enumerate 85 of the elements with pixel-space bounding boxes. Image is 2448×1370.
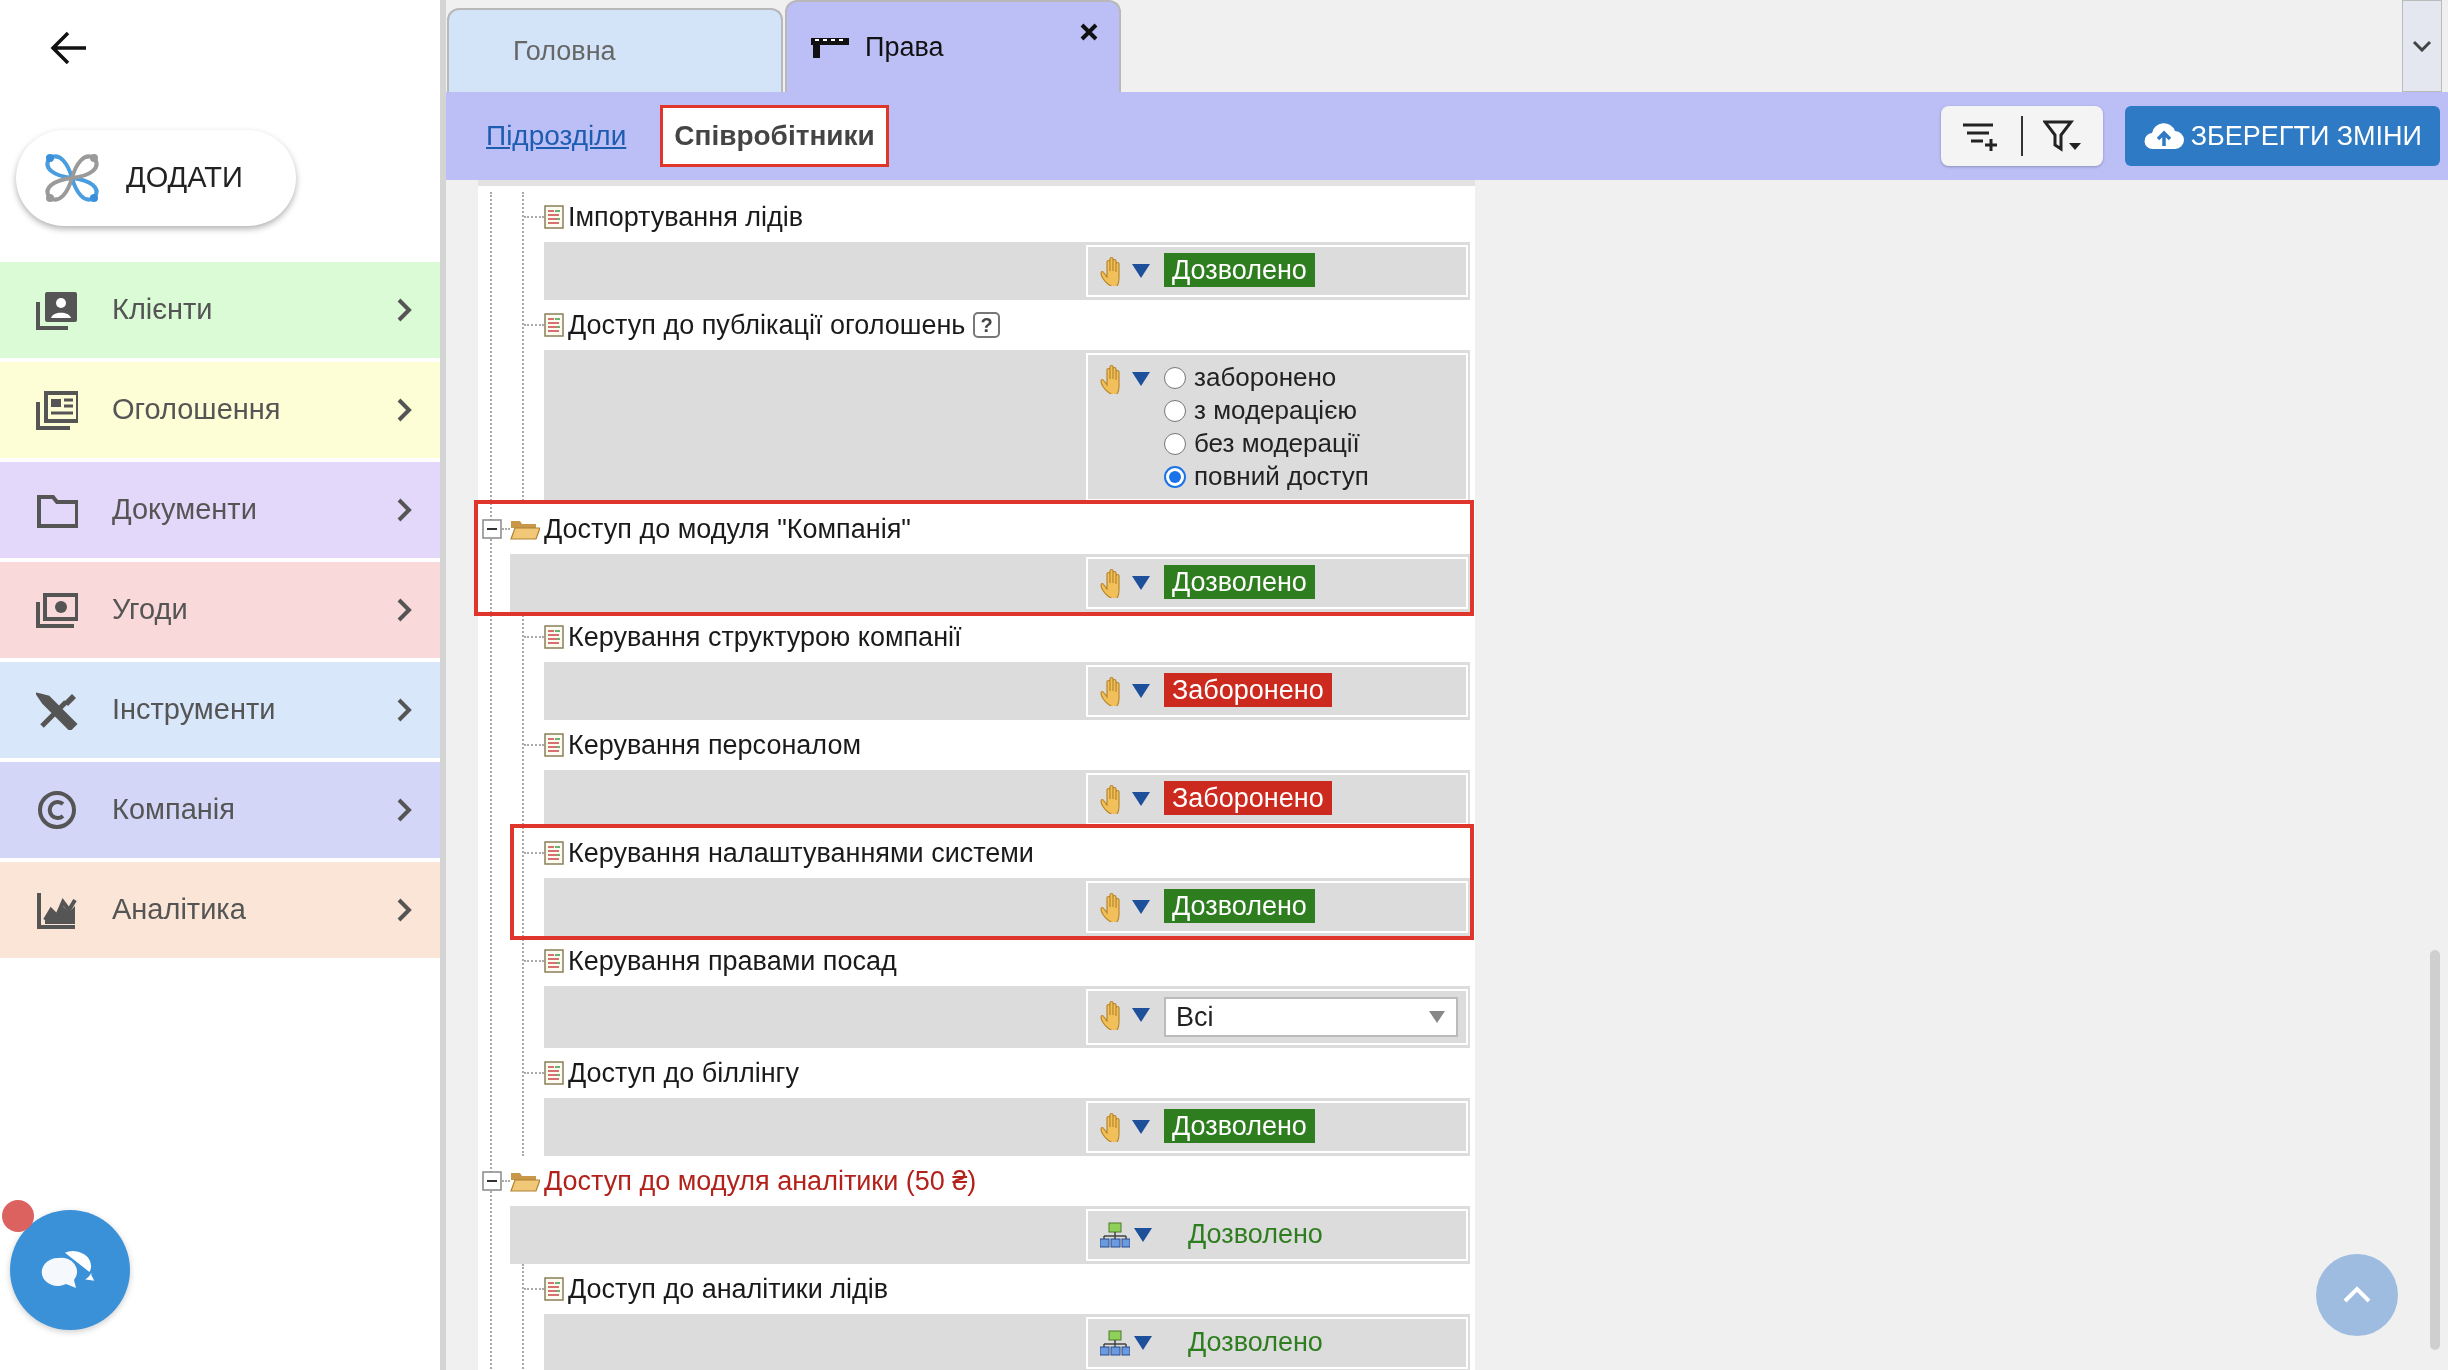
chevron-right-icon [396, 297, 412, 323]
sidebar-item[interactable]: Аналітика [0, 862, 440, 958]
permission-label: Доступ до біллінгу [568, 1056, 799, 1090]
radio-button[interactable] [1164, 432, 1186, 455]
radio-label: заборонено [1194, 361, 1337, 394]
help-icon[interactable]: ? [973, 312, 1000, 338]
scrollbar[interactable] [2430, 950, 2440, 1350]
dropdown-field[interactable]: Всі [1164, 997, 1458, 1037]
sidebar-item[interactable]: Інструменти [0, 662, 440, 758]
copyright-icon [36, 790, 78, 830]
permission-label: Імпортування лідів [568, 200, 804, 234]
status-badge[interactable]: Заборонено [1164, 781, 1332, 815]
caret-down-icon[interactable] [1134, 1335, 1152, 1351]
cloud-upload-icon [2142, 121, 2185, 151]
permission-label: Доступ до модуля "Компанія" [544, 512, 911, 546]
chevron-right-icon [396, 397, 412, 423]
dropdown-arrow-icon [1428, 1010, 1446, 1024]
status-text: Дозволено [1188, 1218, 1323, 1251]
save-button[interactable]: ЗБЕРЕГТИ ЗМІНИ [2124, 106, 2440, 166]
add-button[interactable]: ДОДАТИ [16, 130, 296, 226]
caret-down-icon[interactable] [1132, 371, 1150, 387]
radio-label: без модерації [1194, 427, 1360, 460]
status-badge[interactable]: Дозволено [1164, 253, 1315, 287]
caret-down-icon[interactable] [1132, 683, 1150, 699]
permission-label: Доступ до публікації оголошень [568, 308, 966, 342]
chevron-right-icon [396, 597, 412, 623]
chevron-right-icon [396, 797, 412, 823]
radio-button[interactable] [1164, 366, 1186, 389]
tab[interactable]: Головна [447, 8, 783, 92]
status-badge[interactable]: Заборонено [1164, 673, 1332, 707]
permission-label: Керування налаштуваннями системи [568, 836, 1034, 870]
chevron-right-icon [396, 697, 412, 723]
document-icon [544, 625, 564, 649]
subtab[interactable]: Співробітники [660, 105, 889, 167]
tools-icon [36, 690, 78, 730]
collapse-icon[interactable] [482, 519, 502, 539]
document-icon [544, 205, 564, 229]
caret-down-icon[interactable] [1132, 791, 1150, 807]
chevron-up-icon [2342, 1286, 2372, 1304]
document-icon [544, 733, 564, 757]
filter-icon [2042, 119, 2083, 153]
document-icon [544, 1277, 564, 1301]
caret-down-icon[interactable] [1132, 899, 1150, 915]
tab-menu-button[interactable] [2402, 0, 2442, 92]
document-icon [544, 1061, 564, 1085]
chat-button[interactable] [10, 1210, 130, 1330]
chevron-down-icon [2412, 40, 2432, 52]
chevron-right-icon [396, 897, 412, 923]
permission-label: Керування структурою компанії [568, 620, 962, 654]
permission-label: Доступ до аналітики лідів [568, 1272, 889, 1306]
sidebar-item[interactable]: Клієнти [0, 262, 440, 358]
tab[interactable]: Права [785, 0, 1121, 92]
permission-label: Керування персоналом [568, 728, 861, 762]
permission-label: Керування правами посад [568, 944, 897, 978]
document-icon [544, 313, 564, 337]
status-badge[interactable]: Дозволено [1164, 1109, 1315, 1143]
caret-down-icon[interactable] [1132, 1119, 1150, 1135]
status-text: Дозволено [1188, 1326, 1323, 1359]
sidebar-item[interactable]: Документи [0, 462, 440, 558]
radio-label: повний доступ [1194, 460, 1369, 493]
caret-down-icon[interactable] [1134, 1227, 1152, 1243]
subtab[interactable]: Підрозділи [472, 105, 641, 167]
caret-down-icon[interactable] [1132, 1007, 1150, 1023]
sidebar-item[interactable]: Компанія [0, 762, 440, 858]
sidebar-item[interactable]: Оголошення [0, 362, 440, 458]
document-icon [544, 949, 564, 973]
caret-down-icon[interactable] [1132, 575, 1150, 591]
newspaper-icon [36, 390, 78, 430]
back-arrow-icon[interactable] [50, 30, 88, 66]
contacts-icon [36, 290, 78, 330]
collapse-icon[interactable] [482, 1171, 502, 1191]
sidebar-item[interactable]: Угоди [0, 562, 440, 658]
close-icon[interactable] [1079, 22, 1099, 42]
gavel-icon [811, 35, 851, 59]
caret-down-icon[interactable] [1132, 263, 1150, 279]
chart-icon [36, 890, 78, 930]
chevron-right-icon [396, 497, 412, 523]
radio-button[interactable] [1164, 399, 1186, 422]
banknote-icon [36, 590, 78, 630]
permission-label: Доступ до модуля аналітики (50 ₴) [544, 1164, 977, 1198]
radio-button[interactable] [1164, 465, 1186, 488]
status-badge[interactable]: Дозволено [1164, 565, 1315, 599]
radio-label: з модерацією [1194, 394, 1357, 427]
status-badge[interactable]: Дозволено [1164, 889, 1315, 923]
document-icon [544, 841, 564, 865]
